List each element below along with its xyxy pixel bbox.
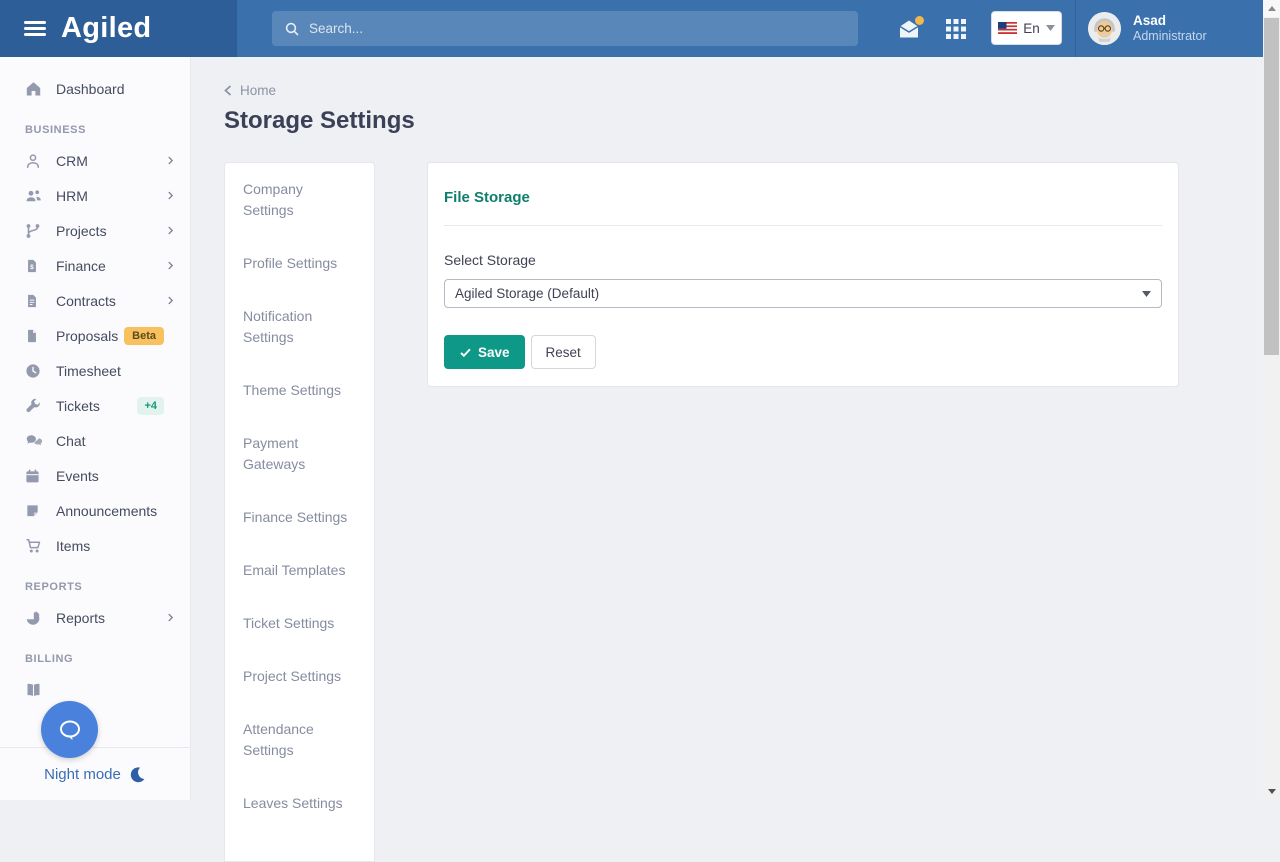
sidebar-section-reports: REPORTS — [0, 581, 190, 593]
note-icon — [25, 503, 43, 519]
sidebar-item-hrm[interactable]: HRM — [0, 178, 190, 213]
scrollbar-thumb[interactable] — [1264, 18, 1279, 355]
caret-down-icon — [1046, 25, 1055, 31]
settings-nav-project[interactable]: Project Settings — [225, 650, 374, 703]
sidebar-item-events[interactable]: Events — [0, 458, 190, 493]
breadcrumb[interactable]: Home — [224, 83, 1263, 98]
mail-button[interactable] — [890, 0, 928, 57]
sidebar-item-tickets[interactable]: Tickets +4 — [0, 388, 190, 423]
user-menu[interactable]: Asad Administrator — [1088, 0, 1207, 57]
language-selector[interactable]: En — [991, 11, 1062, 45]
calendar-icon — [25, 468, 43, 484]
sidebar-item-contracts[interactable]: Contracts — [0, 283, 190, 318]
reset-button[interactable]: Reset — [531, 335, 596, 369]
sidebar-section-business: BUSINESS — [0, 124, 190, 136]
main-content: Home Storage Settings Company Settings P… — [191, 57, 1263, 800]
beta-badge: Beta — [124, 327, 164, 345]
notification-dot — [915, 16, 924, 25]
sidebar-item-reports[interactable]: Reports — [0, 600, 190, 635]
file-icon — [25, 328, 43, 344]
users-icon — [25, 188, 43, 204]
global-search[interactable] — [272, 11, 858, 46]
night-mode-toggle[interactable]: Night mode — [0, 747, 190, 800]
apps-grid-icon — [946, 19, 966, 39]
clock-icon — [25, 363, 43, 379]
chat-icon — [25, 433, 43, 449]
topbar-brand-area: Agiled — [0, 0, 237, 57]
settings-nav-notification[interactable]: Notification Settings — [225, 290, 374, 364]
wrench-icon — [25, 398, 43, 414]
support-chat-widget[interactable] — [41, 701, 98, 758]
settings-nav: Company Settings Profile Settings Notifi… — [224, 162, 375, 862]
page-title: Storage Settings — [224, 107, 1263, 135]
search-input[interactable] — [309, 21, 846, 36]
sidebar-item-billing[interactable] — [0, 672, 190, 707]
contract-icon — [25, 293, 43, 309]
check-icon — [459, 346, 472, 359]
settings-nav-ticket[interactable]: Ticket Settings — [225, 597, 374, 650]
sidebar-item-proposals[interactable]: Proposals Beta — [0, 318, 190, 353]
scroll-down-button[interactable] — [1263, 783, 1280, 800]
storage-select-value: Agiled Storage (Default) — [455, 286, 1142, 301]
chevron-right-icon — [165, 225, 176, 236]
sidebar: Dashboard BUSINESS CRM HRM Projects — [0, 57, 191, 800]
file-storage-card: File Storage Select Storage Agiled Stora… — [427, 162, 1179, 387]
app-logo[interactable]: Agiled — [61, 12, 151, 45]
topbar-divider — [1075, 0, 1076, 57]
page-scrollbar — [1263, 0, 1280, 800]
storage-select[interactable]: Agiled Storage (Default) — [444, 279, 1162, 308]
chevron-right-icon — [165, 260, 176, 271]
apps-grid-button[interactable] — [938, 0, 974, 57]
language-label: En — [1023, 21, 1040, 36]
sidebar-item-dashboard[interactable]: Dashboard — [0, 71, 190, 106]
topbar: Agiled En — [0, 0, 1280, 57]
settings-nav-email[interactable]: Email Templates — [225, 544, 374, 597]
sidebar-item-items[interactable]: Items — [0, 528, 190, 563]
caret-down-icon — [1142, 291, 1151, 297]
sidebar-section-billing: BILLING — [0, 653, 190, 665]
home-icon — [25, 81, 43, 97]
chevron-right-icon — [165, 612, 176, 623]
branch-icon — [25, 223, 43, 239]
breadcrumb-home[interactable]: Home — [240, 83, 276, 98]
avatar — [1088, 12, 1121, 45]
user-role: Administrator — [1133, 29, 1207, 44]
menu-icon[interactable] — [24, 17, 46, 39]
settings-nav-attendance[interactable]: Attendance Settings — [225, 703, 374, 777]
settings-nav-leaves[interactable]: Leaves Settings — [225, 777, 374, 830]
pie-chart-icon — [25, 610, 43, 626]
sidebar-item-chat[interactable]: Chat — [0, 423, 190, 458]
us-flag-icon — [998, 22, 1017, 34]
svg-text:$: $ — [30, 264, 34, 271]
sidebar-item-crm[interactable]: CRM — [0, 143, 190, 178]
chat-bubble-icon — [57, 718, 83, 742]
select-storage-label: Select Storage — [444, 252, 1162, 268]
tickets-count-badge: +4 — [137, 397, 164, 415]
scroll-up-button[interactable] — [1263, 0, 1280, 17]
sidebar-item-projects[interactable]: Projects — [0, 213, 190, 248]
book-icon — [25, 682, 43, 698]
invoice-icon: $ — [25, 258, 43, 274]
chevron-left-icon — [224, 85, 232, 96]
chevron-right-icon — [165, 295, 176, 306]
sidebar-item-finance[interactable]: $ Finance — [0, 248, 190, 283]
card-divider — [444, 225, 1162, 226]
chevron-right-icon — [165, 190, 176, 201]
search-icon — [284, 21, 300, 37]
user-name: Asad — [1133, 13, 1207, 29]
settings-nav-finance[interactable]: Finance Settings — [225, 491, 374, 544]
user-icon — [25, 153, 43, 169]
card-heading: File Storage — [444, 189, 1162, 206]
settings-nav-company[interactable]: Company Settings — [225, 163, 374, 237]
settings-nav-profile[interactable]: Profile Settings — [225, 237, 374, 290]
settings-nav-theme[interactable]: Theme Settings — [225, 364, 374, 417]
moon-icon — [129, 766, 146, 783]
night-mode-label: Night mode — [44, 766, 121, 783]
save-button[interactable]: Save — [444, 335, 525, 369]
sidebar-item-timesheet[interactable]: Timesheet — [0, 353, 190, 388]
settings-nav-payment[interactable]: Payment Gateways — [225, 417, 374, 491]
chevron-right-icon — [165, 155, 176, 166]
cart-icon — [25, 538, 43, 554]
sidebar-item-announcements[interactable]: Announcements — [0, 493, 190, 528]
